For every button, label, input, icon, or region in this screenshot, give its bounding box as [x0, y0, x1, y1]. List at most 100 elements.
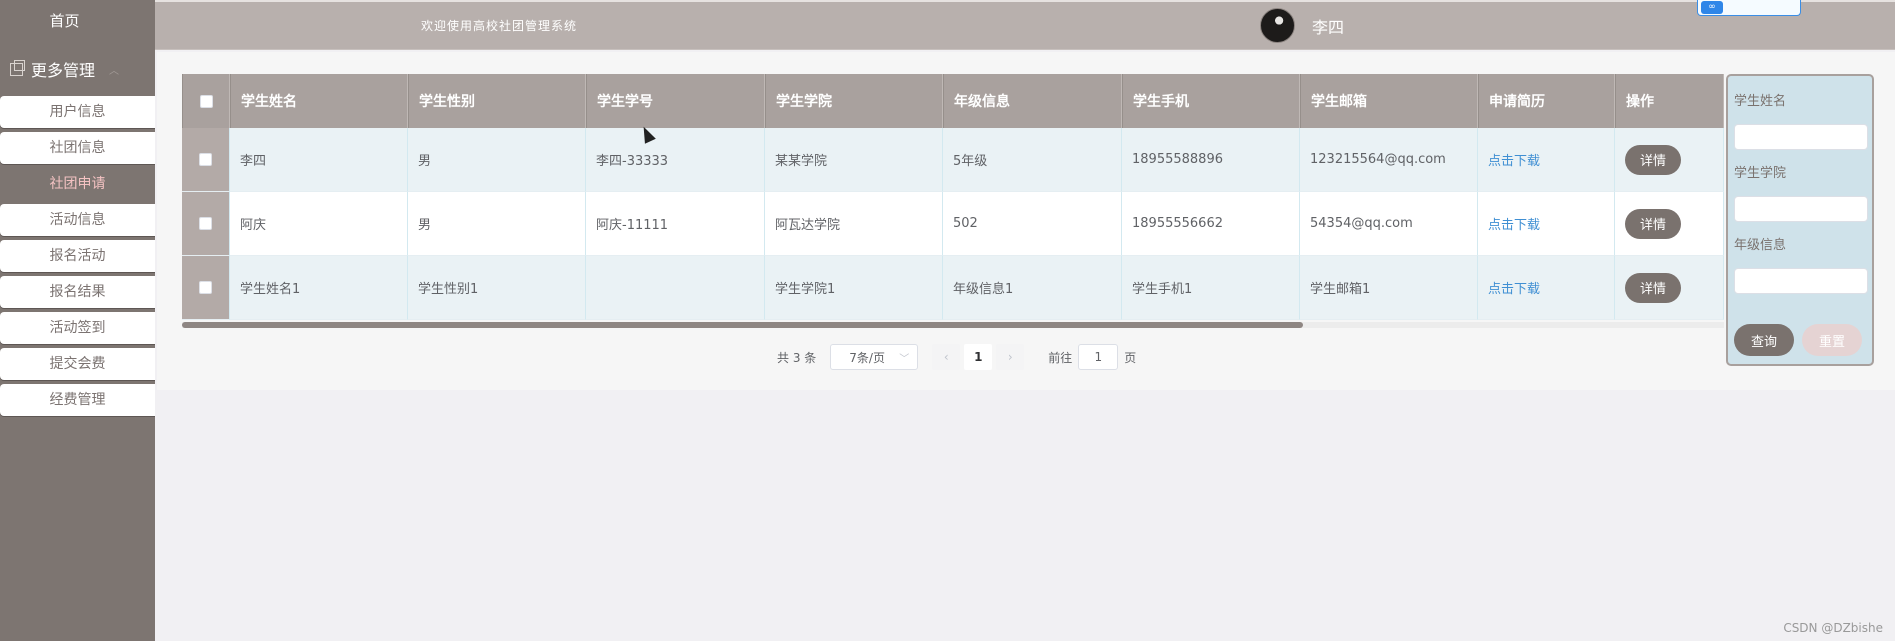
column-header: 年级信息 — [943, 74, 1122, 128]
welcome-text: 欢迎使用高校社团管理系统 — [421, 19, 578, 33]
cell-sex: 男 — [408, 128, 586, 192]
goto-suffix: 页 — [1124, 350, 1137, 365]
table-row: 阿庆 男 阿庆-11111 阿瓦达学院 502 18955556662 5435… — [182, 192, 1724, 256]
search-college-label: 学生学院 — [1734, 166, 1787, 181]
data-table: 学生姓名 学生性别 学生学号 学生学院 年级信息 学生手机 学生邮箱 申请简历 … — [182, 74, 1724, 320]
cell-student-no — [586, 256, 765, 320]
content-panel: 学生姓名 学生性别 学生学号 学生学院 年级信息 学生手机 学生邮箱 申请简历 … — [157, 52, 1895, 390]
sidebar-item-submit-fees[interactable]: 提交会费 — [0, 348, 155, 380]
table-header: 学生姓名 学生性别 学生学号 学生学院 年级信息 学生手机 学生邮箱 申请简历 … — [182, 74, 1724, 128]
cell-grade: 5年级 — [943, 128, 1122, 192]
cell-student-no: 阿庆-11111 — [586, 192, 765, 256]
cell-college: 阿瓦达学院 — [765, 192, 943, 256]
goto-page: 前往 页 — [1048, 344, 1136, 370]
cell-name: 李四 — [230, 128, 408, 192]
download-resume-link[interactable]: 点击下载 — [1488, 278, 1540, 297]
sidebar-group-more-management[interactable]: 更多管理 ︿ — [0, 42, 155, 96]
sidebar-item-activity-info[interactable]: 活动信息 — [0, 204, 155, 236]
column-header: 学生性别 — [408, 74, 586, 128]
header-checkbox-cell — [182, 74, 230, 128]
sidebar: 首页 更多管理 ︿ 用户信息 社团信息 社团申请 活动信息 报名活动 报名结果 … — [0, 0, 155, 641]
cell-grade: 502 — [943, 192, 1122, 256]
search-college-input[interactable] — [1734, 196, 1868, 222]
page-size-value: 7条/页 — [849, 350, 885, 365]
cell-sex: 学生性别1 — [408, 256, 586, 320]
sidebar-item-funds-management[interactable]: 经费管理 — [0, 384, 155, 416]
sidebar-home-link[interactable]: 首页 — [0, 0, 155, 42]
search-grade-input[interactable] — [1734, 268, 1868, 294]
watermark: CSDN @DZbishe — [1783, 621, 1883, 635]
search-name-input[interactable] — [1734, 124, 1868, 150]
chevron-up-icon: ︿ — [109, 65, 120, 77]
sidebar-item-club-info[interactable]: 社团信息 — [0, 132, 155, 164]
cell-phone: 学生手机1 — [1122, 256, 1300, 320]
row-checkbox-cell — [182, 128, 230, 192]
goto-prefix: 前往 — [1048, 350, 1073, 365]
prev-page-button[interactable]: ‹ — [932, 344, 961, 370]
row-checkbox-cell — [182, 256, 230, 320]
cell-student-no: 李四-33333 — [586, 128, 765, 192]
cell-actions: 详情 — [1615, 256, 1724, 320]
chevron-down-icon: ﹀ — [899, 353, 910, 365]
row-checkbox-cell — [182, 192, 230, 256]
cell-name: 学生姓名1 — [230, 256, 408, 320]
pagination-total: 共 3 条 — [777, 350, 817, 365]
username[interactable]: 李四 — [1312, 14, 1344, 38]
sidebar-item-signup-result[interactable]: 报名结果 — [0, 276, 155, 308]
cell-name: 阿庆 — [230, 192, 408, 256]
cell-resume: 点击下载 — [1478, 256, 1615, 320]
reset-button[interactable]: 重置 — [1802, 324, 1862, 356]
cell-actions: 详情 — [1615, 128, 1724, 192]
search-name-label: 学生姓名 — [1734, 94, 1787, 109]
detail-button[interactable]: 详情 — [1625, 208, 1681, 239]
row-checkbox[interactable] — [199, 217, 212, 230]
cell-college: 学生学院1 — [765, 256, 943, 320]
infinity-icon: ∞ — [1701, 1, 1723, 14]
cell-resume: 点击下载 — [1478, 192, 1615, 256]
row-checkbox[interactable] — [199, 153, 212, 166]
page-size-select[interactable]: 7条/页 ﹀ — [830, 344, 919, 370]
column-header: 学生姓名 — [230, 74, 408, 128]
cell-phone: 18955556662 — [1122, 192, 1300, 256]
table-row: 李四 男 李四-33333 某某学院 5年级 18955588896 12321… — [182, 128, 1724, 192]
column-header: 学生邮箱 — [1300, 74, 1478, 128]
copy-icon — [10, 59, 25, 76]
avatar[interactable] — [1260, 8, 1295, 43]
cell-email: 54354@qq.com — [1300, 192, 1478, 256]
column-header: 申请简历 — [1478, 74, 1615, 128]
row-checkbox[interactable] — [199, 281, 212, 294]
column-header: 学生手机 — [1122, 74, 1300, 128]
page-number[interactable]: 1 — [964, 344, 993, 370]
sidebar-item-signup-activity[interactable]: 报名活动 — [0, 240, 155, 272]
top-header: 欢迎使用高校社团管理系统 李四 ∞ — [155, 0, 1895, 50]
cell-email: 学生邮箱1 — [1300, 256, 1478, 320]
download-resume-link[interactable]: 点击下载 — [1488, 150, 1540, 169]
sidebar-group-label: 更多管理 — [31, 61, 96, 80]
sidebar-item-activity-checkin[interactable]: 活动签到 — [0, 312, 155, 344]
cell-email: 123215564@qq.com — [1300, 128, 1478, 192]
search-grade-label: 年级信息 — [1734, 238, 1787, 253]
table-row: 学生姓名1 学生性别1 学生学院1 年级信息1 学生手机1 学生邮箱1 点击下载… — [182, 256, 1724, 320]
horizontal-scrollbar-thumb[interactable] — [182, 322, 1303, 328]
select-all-checkbox[interactable] — [199, 94, 213, 108]
search-panel: 学生姓名 学生学院 年级信息 查询 重置 — [1726, 74, 1874, 366]
cell-actions: 详情 — [1615, 192, 1724, 256]
cell-sex: 男 — [408, 192, 586, 256]
download-resume-link[interactable]: 点击下载 — [1488, 214, 1540, 233]
detail-button[interactable]: 详情 — [1625, 144, 1681, 175]
column-header: 学生学院 — [765, 74, 943, 128]
detail-button[interactable]: 详情 — [1625, 272, 1681, 303]
pagination: 共 3 条 7条/页 ﹀ ‹ 1 › 前往 页 — [777, 344, 1136, 370]
sidebar-item-club-application[interactable]: 社团申请 — [0, 168, 155, 200]
cell-phone: 18955588896 — [1122, 128, 1300, 192]
column-header: 操作 — [1615, 74, 1724, 128]
goto-page-input[interactable] — [1078, 344, 1119, 370]
cell-grade: 年级信息1 — [943, 256, 1122, 320]
query-button[interactable]: 查询 — [1734, 324, 1794, 356]
cell-resume: 点击下载 — [1478, 128, 1615, 192]
column-header: 学生学号 — [586, 74, 765, 128]
floating-widget-button[interactable]: ∞ — [1697, 0, 1801, 16]
sidebar-item-user-info[interactable]: 用户信息 — [0, 96, 155, 128]
next-page-button[interactable]: › — [996, 344, 1025, 370]
cell-college: 某某学院 — [765, 128, 943, 192]
